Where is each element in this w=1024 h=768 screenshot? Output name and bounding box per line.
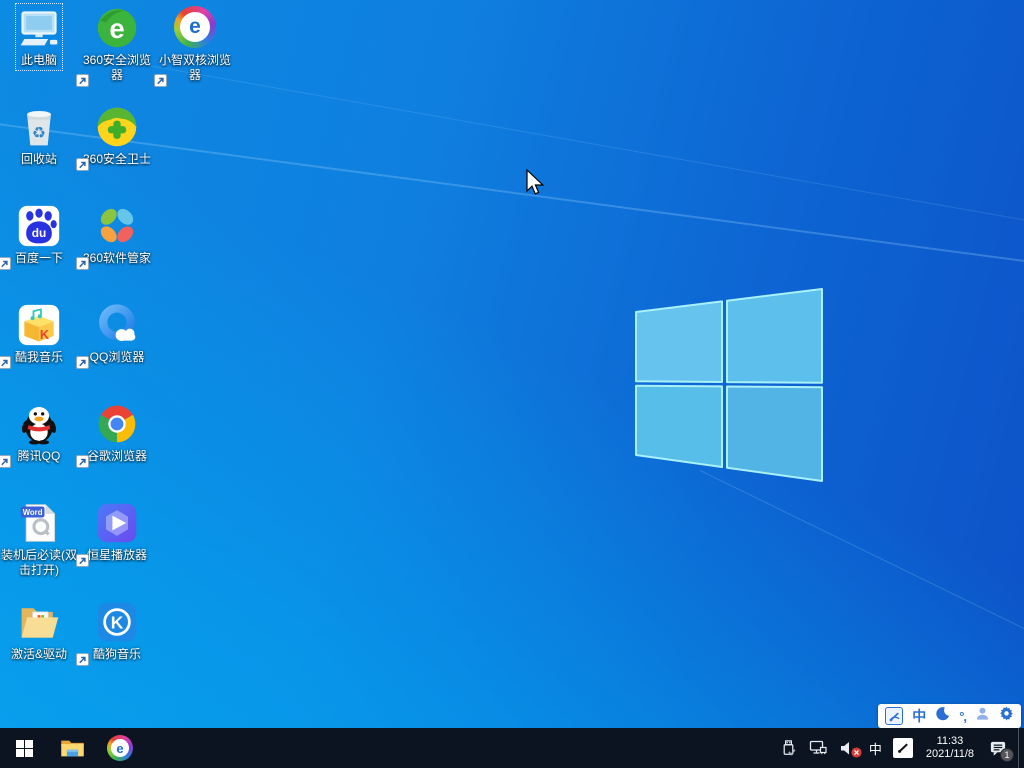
desktop-icon-xiaozhi-browser[interactable]: e 小智双核浏览器	[154, 4, 234, 87]
recycle-bin-icon: ♻	[17, 105, 61, 149]
windows-logo-wallpaper	[635, 288, 823, 482]
start-button[interactable]	[0, 728, 48, 768]
ime-punctuation-toggle[interactable]: °,	[959, 709, 967, 724]
tray-ime-status-icon[interactable]	[888, 728, 918, 768]
mute-badge	[851, 747, 862, 758]
this-pc-icon	[17, 6, 61, 50]
windows-logo-icon	[15, 739, 33, 757]
taskbar-browser-button[interactable]: e	[96, 728, 144, 768]
xiaozhi-browser-icon: e	[173, 6, 217, 50]
word-badge-text: Word	[23, 508, 43, 517]
desktop-wallpaper[interactable]: 此电脑 ♻ 回收站 du 百度一下 K 酷我音乐 腾讯QQ Word 装机后必读…	[0, 0, 1024, 728]
shortcut-arrow-icon	[0, 257, 11, 270]
shortcut-arrow-icon	[76, 257, 89, 270]
ime-toolbar[interactable]: 中 °,	[878, 704, 1021, 728]
desktop-icon-tencent-qq[interactable]: 腾讯QQ	[0, 400, 78, 468]
kugou-music-icon: K	[95, 600, 139, 644]
icon-label: 360软件管家	[82, 251, 152, 265]
desktop-icon-kuwo-music[interactable]: K 酷我音乐	[0, 301, 78, 369]
shortcut-arrow-icon	[154, 74, 167, 87]
shortcut-arrow-icon	[76, 158, 89, 171]
folder-icon	[17, 600, 61, 644]
windows-desktop-screen: 此电脑 ♻ 回收站 du 百度一下 K 酷我音乐 腾讯QQ Word 装机后必读…	[0, 0, 1024, 768]
system-tray: 中 11:33 2021/11/8 1	[774, 728, 1024, 768]
ime-logo-icon[interactable]	[885, 707, 904, 725]
icon-label: 酷我音乐	[14, 350, 63, 364]
star-player-icon	[95, 501, 139, 545]
qq-browser-icon	[95, 303, 139, 347]
desktop-icon-word-readme[interactable]: Word 装机后必读(双击打开)	[0, 499, 78, 580]
icon-label: 360安全卫士	[82, 152, 152, 166]
clock-time: 11:33	[936, 735, 964, 747]
360-software-manager-icon	[95, 204, 139, 248]
icon-label: 腾讯QQ	[17, 449, 61, 463]
desktop-icon-360-browser[interactable]: e 360安全浏览器	[76, 4, 156, 87]
shortcut-arrow-icon	[0, 356, 11, 369]
desktop-icon-recycle-bin[interactable]: ♻ 回收站	[0, 103, 78, 169]
ime-fullwidth-moon-icon[interactable]	[935, 706, 950, 726]
tray-language-indicator[interactable]: 中	[863, 739, 888, 758]
taskbar: e 中 11:33 2021/11/8 1	[0, 728, 1024, 768]
word-document-icon: Word	[17, 501, 61, 545]
icon-label: 百度一下	[14, 251, 63, 265]
desktop-icon-chrome[interactable]: 谷歌浏览器	[76, 400, 156, 468]
icon-label: 酷狗音乐	[92, 647, 141, 661]
shortcut-arrow-icon	[76, 653, 89, 666]
network-icon[interactable]	[803, 728, 833, 768]
icon-label: 360安全浏览器	[82, 53, 152, 82]
svg-text:K: K	[111, 612, 124, 632]
desktop-icon-360-safe[interactable]: 360安全卫士	[76, 103, 156, 171]
shortcut-arrow-icon	[76, 356, 89, 369]
volume-muted-icon[interactable]	[833, 728, 863, 768]
ime-chinese-mode-toggle[interactable]: 中	[912, 706, 926, 726]
svg-text:K: K	[40, 327, 50, 342]
mouse-cursor	[526, 168, 545, 195]
tencent-qq-icon	[17, 402, 61, 446]
360-safe-icon	[95, 105, 139, 149]
google-chrome-icon	[95, 402, 139, 446]
desktop-icon-star-player[interactable]: 恒星播放器	[76, 499, 156, 567]
notification-count-badge: 1	[1000, 748, 1014, 762]
icon-label: 谷歌浏览器	[86, 449, 147, 463]
svg-text:♻: ♻	[32, 125, 46, 142]
ime-user-profile-icon[interactable]	[975, 706, 990, 726]
clock-date: 2021/11/8	[925, 748, 974, 760]
browser-e-icon: e	[107, 735, 133, 761]
shortcut-arrow-icon	[76, 455, 89, 468]
baidu-du-text: du	[32, 226, 47, 240]
desktop-icon-baidu[interactable]: du 百度一下	[0, 202, 78, 270]
icon-label: 此电脑	[20, 53, 57, 67]
show-desktop-button[interactable]	[1018, 728, 1024, 768]
usb-safely-remove-icon[interactable]	[774, 728, 803, 768]
shortcut-arrow-icon	[76, 74, 89, 87]
action-center-button[interactable]: 1	[982, 728, 1018, 768]
360-browser-icon: e	[95, 6, 139, 50]
icon-label: 装机后必读(双击打开)	[1, 548, 77, 577]
kuwo-music-icon: K	[17, 303, 61, 347]
icon-label: 激活&驱动	[10, 647, 67, 661]
icon-label: 小智双核浏览器	[158, 53, 231, 82]
tray-clock[interactable]: 11:33 2021/11/8	[918, 735, 982, 761]
ime-settings-gear-icon[interactable]	[999, 706, 1014, 726]
icon-label: 恒星播放器	[86, 548, 147, 562]
desktop-icon-kugou-music[interactable]: K 酷狗音乐	[76, 598, 156, 666]
desktop-icon-activation-drivers[interactable]: 激活&驱动	[0, 598, 78, 664]
svg-text:e: e	[109, 13, 124, 44]
icon-label: 回收站	[20, 152, 57, 166]
desktop-icon-this-pc[interactable]: 此电脑	[0, 3, 78, 71]
baidu-icon: du	[17, 204, 61, 248]
shortcut-arrow-icon	[0, 455, 11, 468]
icon-label: QQ浏览器	[89, 350, 145, 364]
taskbar-file-explorer-button[interactable]	[48, 728, 96, 768]
desktop-icon-360-manager[interactable]: 360软件管家	[76, 202, 156, 270]
file-explorer-icon	[60, 740, 84, 756]
shortcut-arrow-icon	[76, 554, 89, 567]
desktop-icon-qq-browser[interactable]: QQ浏览器	[76, 301, 156, 369]
